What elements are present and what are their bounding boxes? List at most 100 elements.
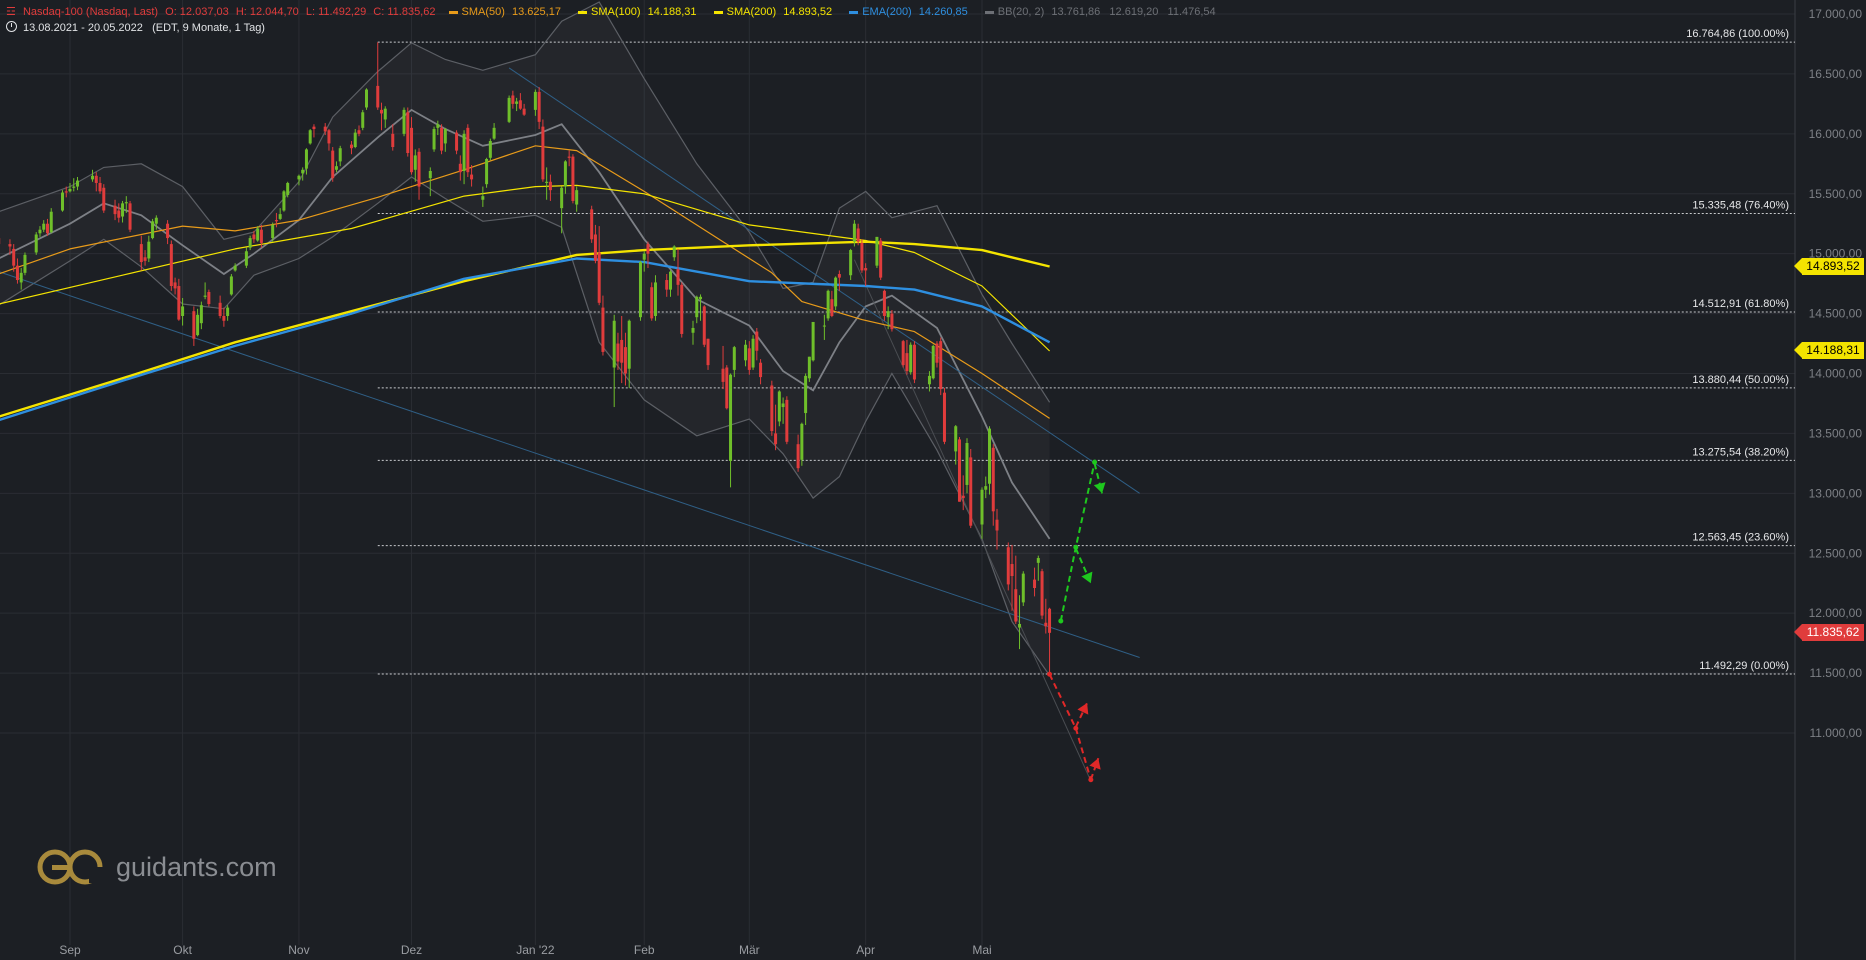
y-tick-label: 14.000,00 (1809, 367, 1863, 381)
candle (60, 190, 64, 212)
indicator-value: 14.893,52 (783, 6, 833, 18)
indicator-sma200[interactable]: SMA(200) 14.893,52 (708, 6, 837, 18)
candle (169, 240, 173, 291)
indicator-value: 14.260,85 (918, 6, 968, 18)
candle-body (781, 403, 785, 408)
candle-body (166, 223, 170, 239)
candle (402, 107, 406, 137)
candle-body (1006, 547, 1010, 585)
candle-body (961, 495, 965, 499)
candle-body (8, 244, 12, 247)
guidants-logo-icon (37, 849, 103, 885)
candle (909, 342, 913, 375)
candle-body (668, 271, 672, 290)
price-chart[interactable]: 16.764,86 (100.00%) 15.335,48 (76.40%) 14.… (0, 0, 1866, 960)
indicator-sma50[interactable]: SMA(50) 13.625,17 (443, 6, 565, 18)
indicator-ema200[interactable]: EMA(200) 14.260,85 (843, 6, 972, 18)
candle-body (256, 228, 260, 241)
candle (541, 119, 545, 182)
candle-body (128, 203, 132, 230)
candle (785, 396, 789, 445)
candle-body (226, 307, 230, 316)
candle-body (593, 234, 597, 261)
candle (860, 239, 864, 273)
legend-swatch (578, 10, 588, 14)
ohlc-open: O: 12.037,03 (165, 6, 229, 18)
symbol-name: Nasdaq-100 (Nasdaq, Last) (22, 6, 159, 18)
candle-body (849, 250, 853, 276)
candle-body (980, 489, 984, 525)
candle-body (957, 439, 961, 502)
candle-body (702, 306, 706, 345)
candle (826, 289, 830, 321)
candle (207, 289, 211, 307)
candle-body (507, 97, 511, 122)
indicator-sma100[interactable]: SMA(100) 14.188,31 (572, 6, 701, 18)
candle-body (222, 315, 226, 321)
range-meta: (EDT, 9 Monate, 1 Tag) (152, 22, 265, 34)
y-tick-label: 13.500,00 (1809, 426, 1863, 440)
legend-swatch (849, 10, 859, 14)
candle (590, 205, 594, 243)
candle-body (751, 338, 755, 368)
candle (680, 282, 684, 338)
x-tick-label: Mär (739, 943, 760, 957)
candle-body (991, 447, 995, 512)
candle-body (349, 144, 353, 149)
candle-body (541, 126, 545, 180)
candle-body (327, 130, 331, 144)
candle (466, 124, 470, 177)
candle-body (879, 240, 883, 278)
candle-body (560, 187, 564, 209)
candle-body (665, 280, 669, 290)
candle-body (151, 221, 155, 239)
candle (931, 344, 935, 380)
candle-body (699, 296, 703, 300)
legend-icon: ☲ (6, 6, 16, 18)
candle-body (691, 327, 695, 333)
candle-body (1048, 608, 1052, 633)
candle (969, 448, 973, 529)
candle-body (229, 276, 233, 295)
candle-body (965, 443, 969, 485)
candle-body (744, 344, 748, 361)
fib-level-label: 16.764,86 (100.00%) (1686, 28, 1789, 40)
candle-body (537, 91, 541, 122)
chart-background (0, 0, 1866, 960)
candle (102, 184, 106, 213)
candle-body (1044, 622, 1048, 627)
y-tick-label: 12.000,00 (1809, 606, 1863, 620)
fib-level-label: 13.880,44 (50.00%) (1692, 374, 1789, 386)
candle-body (616, 343, 620, 362)
candle-body (252, 234, 256, 240)
candle-body (939, 341, 943, 390)
candle (34, 232, 38, 255)
candle-body (207, 292, 211, 304)
candle-body (597, 252, 601, 303)
candle-body (623, 347, 627, 374)
candle-body (196, 314, 200, 336)
candle-body (15, 265, 19, 281)
candle-body (338, 148, 342, 162)
candle-body (244, 251, 248, 266)
candle-body (49, 211, 53, 233)
candle-body (443, 129, 447, 144)
indicator-bb[interactable]: BB(20, 2) 13.761,86 12.619,20 11.476,54 (979, 6, 1220, 18)
candle (364, 88, 368, 110)
candle-body (807, 356, 811, 379)
candle-body (695, 296, 699, 318)
candle-body (1021, 573, 1025, 603)
candle-body (282, 191, 286, 211)
candle-body (995, 519, 999, 531)
candle-body (1036, 558, 1040, 563)
candle-body (935, 343, 939, 363)
candle (485, 157, 489, 188)
candle-body (19, 272, 23, 283)
candle (702, 305, 706, 348)
candle-body (811, 321, 815, 361)
candle-body (334, 166, 338, 170)
candle-body (323, 126, 327, 132)
candle-body (988, 428, 992, 484)
indicator-value: 13.761,86 12.619,20 11.476,54 (1051, 6, 1216, 18)
x-tick-label: Sep (59, 943, 81, 957)
